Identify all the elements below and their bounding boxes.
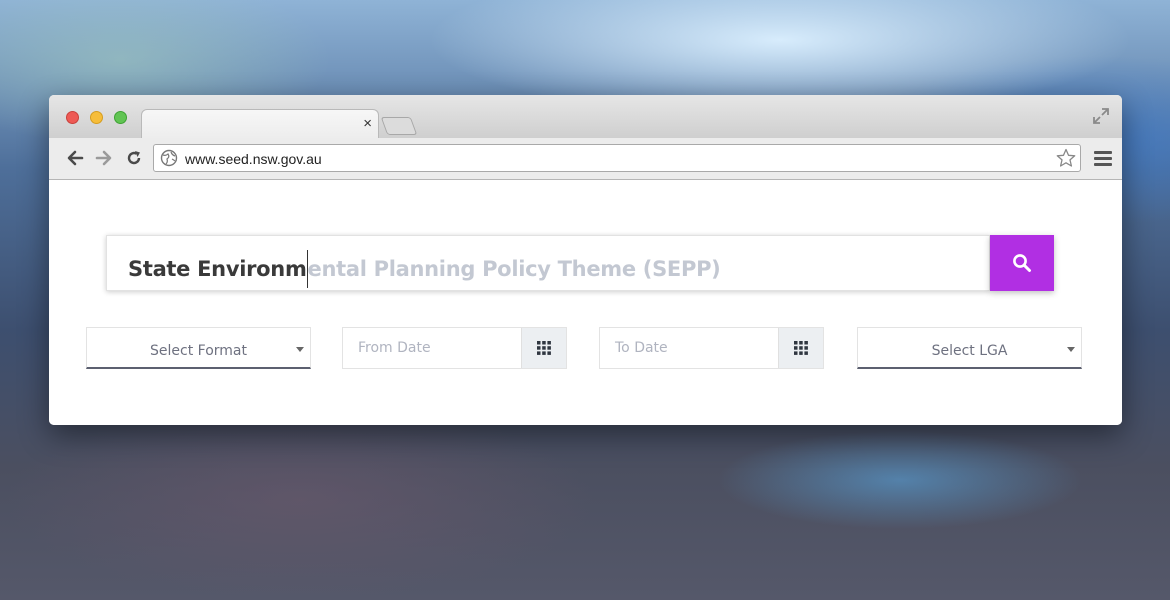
address-bar[interactable]: www.seed.nsw.gov.au (153, 144, 1081, 172)
page-content: State Environmental Planning Policy Them… (49, 180, 1122, 425)
from-date-calendar-button[interactable] (521, 328, 566, 368)
search-input[interactable]: State Environmental Planning Policy Them… (106, 235, 990, 291)
from-date-field[interactable]: From Date (342, 327, 567, 369)
browser-menu-icon[interactable] (1094, 151, 1112, 166)
calendar-grid-icon (794, 341, 808, 355)
browser-toolbar: www.seed.nsw.gov.au (49, 138, 1122, 180)
bookmark-star-icon[interactable] (1056, 148, 1076, 168)
search-icon (1013, 254, 1031, 272)
chevron-down-icon (296, 347, 304, 352)
forward-arrow-icon[interactable] (95, 149, 113, 167)
lga-select-label: Select LGA (931, 343, 1008, 359)
to-date-field[interactable]: To Date (599, 327, 824, 369)
lga-select[interactable]: Select LGA (857, 327, 1082, 369)
format-select[interactable]: Select Format (86, 327, 311, 369)
tab-close-icon[interactable]: × (363, 115, 372, 132)
reload-icon[interactable] (125, 149, 143, 167)
search-text: State Environmental Planning Policy Them… (128, 250, 721, 288)
browser-tab[interactable]: × (141, 109, 379, 140)
calendar-grid-icon (537, 341, 551, 355)
chevron-down-icon (1067, 347, 1075, 352)
format-select-label: Select Format (150, 343, 247, 359)
back-arrow-icon[interactable] (66, 149, 84, 167)
search-button[interactable] (990, 235, 1054, 291)
fullscreen-icon[interactable] (1092, 107, 1110, 125)
search-typed-text: State Environm (128, 257, 307, 281)
new-tab-button[interactable] (380, 117, 418, 135)
minimize-window-button[interactable] (90, 111, 103, 124)
from-date-placeholder: From Date (358, 340, 431, 356)
url-text: www.seed.nsw.gov.au (185, 151, 322, 167)
title-bar: × (49, 95, 1122, 140)
globe-icon (160, 149, 178, 167)
to-date-placeholder: To Date (615, 340, 668, 356)
to-date-calendar-button[interactable] (778, 328, 823, 368)
close-window-button[interactable] (66, 111, 79, 124)
search-autocomplete-suggestion[interactable]: ental Planning Policy Theme (SEPP) (308, 257, 721, 281)
browser-window: × www.seed.nsw.gov.au State Environmenta… (49, 95, 1122, 425)
maximize-window-button[interactable] (114, 111, 127, 124)
